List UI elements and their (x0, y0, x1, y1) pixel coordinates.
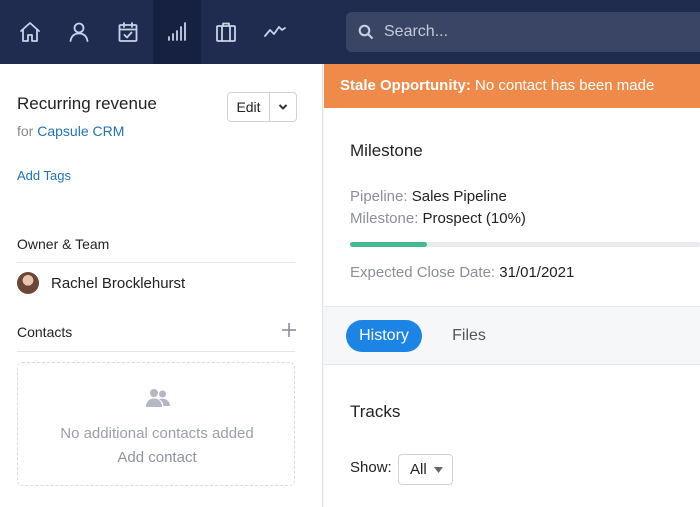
tracks-title: Tracks (350, 402, 401, 421)
milestone-progress-bar (350, 242, 700, 247)
contacts-heading: Contacts (17, 324, 73, 340)
for-prefix: for (17, 123, 34, 139)
top-navigation-bar (0, 0, 700, 64)
close-date-value: 31/01/2021 (499, 264, 575, 281)
search-bar[interactable] (346, 12, 700, 52)
milestone-title: Milestone (350, 141, 423, 160)
contacts-divider (17, 351, 295, 352)
milestone-row: Milestone: Prospect (10%) (350, 210, 526, 227)
edit-button-group: Edit (227, 92, 297, 122)
banner-text: No contact has been made (475, 77, 655, 94)
milestone-label: Milestone: (350, 210, 419, 227)
no-contacts-text: No additional contacts added (60, 425, 254, 442)
milestone-card: Milestone Pipeline: Sales Pipeline Miles… (324, 108, 700, 307)
pipeline-row: Pipeline: Sales Pipeline (350, 188, 507, 205)
close-date-label: Expected Close Date: (350, 264, 496, 281)
company-link[interactable]: Capsule CRM (37, 123, 124, 139)
opportunity-title: Recurring revenue (17, 94, 157, 113)
opportunity-company-line: for Capsule CRM (17, 123, 124, 139)
person-icon[interactable] (55, 0, 103, 64)
owner-divider (17, 262, 295, 263)
stale-opportunity-banner: Stale Opportunity: No contact has been m… (324, 64, 700, 108)
caret-down-icon (434, 467, 443, 473)
add-contact-link[interactable]: Add contact (18, 449, 296, 466)
search-icon (358, 24, 374, 40)
activity-line-icon[interactable] (251, 0, 299, 64)
contacts-empty-state: No additional contacts added Add contact (17, 362, 295, 486)
owner-name: Rachel Brocklehurst (51, 274, 186, 292)
tabs-bar: History Files (324, 307, 700, 365)
edit-dropdown-button[interactable] (270, 93, 296, 121)
pipeline-label: Pipeline: (350, 188, 408, 205)
owner-team-heading: Owner & Team (17, 236, 110, 252)
add-tags-link[interactable]: Add Tags (17, 168, 71, 183)
calendar-check-icon[interactable] (104, 0, 152, 64)
show-filter-value: All (410, 461, 427, 478)
opportunity-sidebar: Recurring revenue for Capsule CRM Edit A… (0, 64, 323, 507)
add-contact-plus-icon[interactable] (281, 322, 297, 338)
signal-bars-icon[interactable] (153, 0, 201, 64)
milestone-value: Prospect (10%) (422, 210, 526, 227)
tab-files[interactable]: Files (436, 320, 502, 352)
people-icon (145, 387, 171, 409)
show-filter-select[interactable]: All (398, 454, 453, 485)
tracks-section: Tracks Show: All (324, 365, 700, 507)
home-icon[interactable] (6, 0, 54, 64)
banner-bold-text: Stale Opportunity: (340, 77, 471, 94)
edit-button[interactable]: Edit (228, 93, 270, 121)
chevron-down-icon (278, 104, 288, 110)
pipeline-value: Sales Pipeline (411, 188, 507, 205)
briefcase-icon[interactable] (202, 0, 250, 64)
show-filter-label: Show: (350, 459, 392, 476)
tab-history[interactable]: History (346, 320, 422, 352)
search-input[interactable] (384, 23, 664, 41)
milestone-progress-fill (350, 242, 427, 247)
avatar (17, 272, 39, 294)
close-date-row: Expected Close Date: 31/01/2021 (350, 264, 574, 281)
owner-row[interactable]: Rachel Brocklehurst (17, 272, 185, 294)
